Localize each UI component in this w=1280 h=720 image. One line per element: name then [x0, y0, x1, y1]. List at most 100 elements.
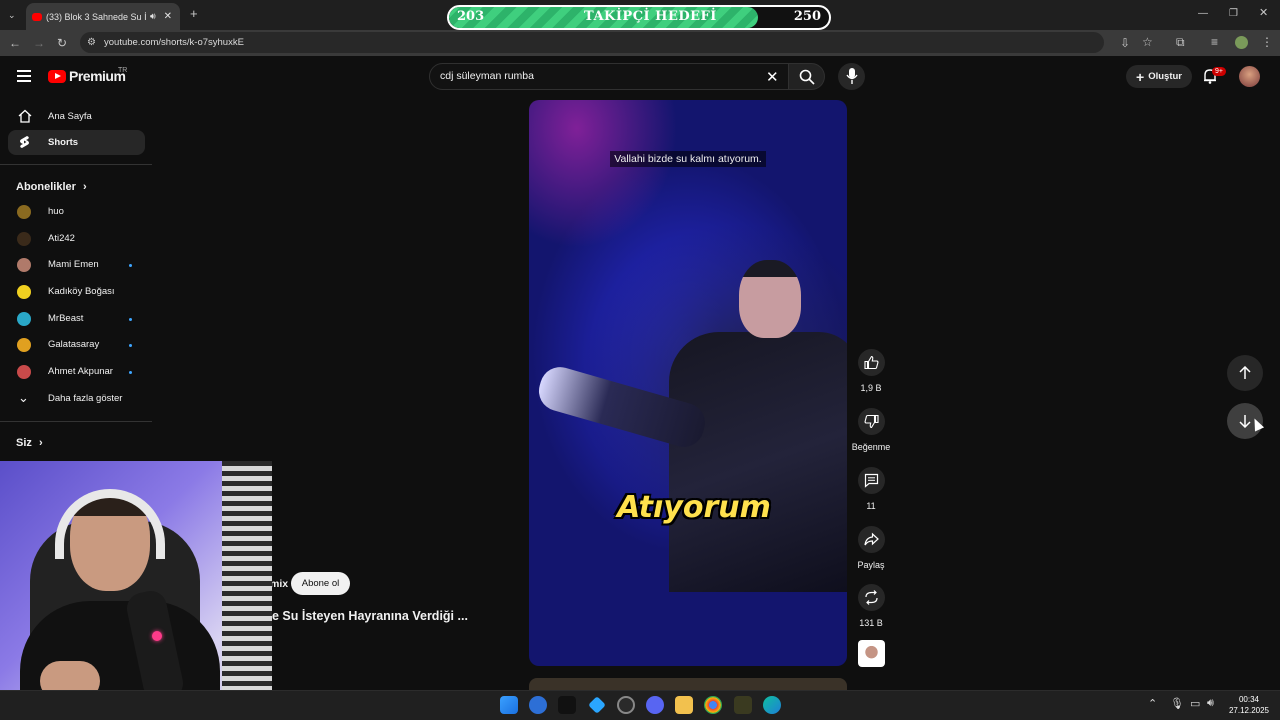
obs-icon[interactable] — [617, 696, 635, 714]
video-subtitle-text: Vallahi bizde su kalmı atıyorum. — [610, 151, 766, 167]
address-bar[interactable]: ⚙︎ youtube.com/shorts/k-o7syhuxkE — [80, 32, 1104, 53]
video-performer-head — [739, 260, 801, 338]
search-icon — [799, 69, 815, 85]
forward-icon[interactable]: → — [33, 37, 45, 49]
copilot-icon[interactable] — [529, 696, 547, 714]
youtube-logo-icon — [48, 69, 66, 83]
bookmark-star-icon[interactable]: ☆ — [1142, 36, 1153, 48]
chevron-right-icon: › — [38, 437, 43, 449]
home-icon — [18, 109, 32, 123]
speaker-icon[interactable]: 🔊︎ — [150, 11, 156, 22]
create-label: Oluştur — [1148, 71, 1182, 82]
sidebar-item-label: Ana Sayfa — [48, 111, 92, 122]
profile-icon[interactable] — [1235, 36, 1248, 49]
chrome-icon[interactable] — [704, 696, 722, 714]
account-avatar[interactable] — [1239, 66, 1260, 87]
search-input[interactable]: cdj süleyman rumba — [429, 63, 789, 90]
sidebar-item-home[interactable]: Ana Sayfa — [8, 104, 145, 129]
remix-icon — [865, 590, 878, 605]
search-button[interactable] — [789, 63, 825, 90]
sidebar-divider — [0, 164, 152, 165]
channel-avatar — [17, 312, 31, 326]
remix-button[interactable] — [858, 584, 885, 611]
chevron-right-icon: › — [82, 181, 87, 193]
channel-name: MrBeast — [48, 313, 84, 324]
notifications-badge: 9+ — [1212, 67, 1226, 76]
sidebar-item-ati242[interactable]: Ati242 — [8, 227, 145, 251]
streamer-webcam — [0, 461, 272, 720]
video-title-partial[interactable]: e Su İsteyen Hayranına Verdiği ... — [272, 609, 468, 623]
next-short-preview[interactable] — [529, 678, 847, 690]
webcam-headset — [55, 489, 165, 559]
show-more-button[interactable]: ⌄ Daha fazla göster — [8, 387, 145, 411]
channel-name: Kadıköy Boğası — [48, 286, 115, 297]
subscriptions-heading[interactable]: Abonelikler › — [16, 181, 87, 193]
media-control-icon[interactable]: ≡ — [1211, 36, 1218, 48]
sidebar-item-huo[interactable]: huo — [8, 200, 145, 224]
sidebar-item-kadikoy-bogasi[interactable]: Kadıköy Boğası — [8, 280, 145, 304]
sidebar-item-mami-emen[interactable]: Mami Emen — [8, 253, 145, 277]
comments-button[interactable] — [858, 467, 885, 494]
dislike-button[interactable] — [858, 408, 885, 435]
arrow-up-icon — [1239, 366, 1251, 379]
microphone-tray-icon[interactable]: 🎙︎ — [1170, 697, 1184, 710]
more-menu-icon[interactable]: ⋮ — [1261, 36, 1273, 48]
back-icon[interactable]: ← — [9, 37, 21, 49]
browser-tab[interactable]: (33) Blok 3 Sahnede Su İste 🔊︎ ✕ — [26, 3, 180, 30]
sidebar-item-galatasaray[interactable]: Galatasaray — [8, 333, 145, 357]
discord-icon[interactable] — [646, 696, 664, 714]
taskbar-clock[interactable]: 00:34 27.12.2025 — [1224, 694, 1274, 716]
follower-goal-target: 250 — [793, 9, 821, 24]
voice-search-button[interactable] — [838, 63, 865, 90]
subscribe-button[interactable]: Abone ol — [291, 572, 350, 595]
clock-date: 27.12.2025 — [1228, 706, 1270, 715]
site-info-icon[interactable]: ⚙︎ — [87, 37, 96, 49]
media-app-icon[interactable] — [558, 696, 576, 714]
channel-name-partial[interactable]: mix — [270, 578, 288, 590]
shorts-video-player[interactable] — [529, 100, 847, 666]
channel-name: Mami Emen — [48, 259, 99, 270]
network-icon[interactable]: ▭ — [1190, 697, 1200, 710]
windows-start-icon[interactable] — [500, 696, 518, 714]
tab-close-icon[interactable]: ✕ — [164, 11, 172, 22]
sidebar-item-shorts[interactable]: Shorts — [8, 130, 145, 155]
install-app-icon[interactable]: ⇩ — [1120, 37, 1130, 49]
channel-avatar — [17, 338, 31, 352]
channel-avatar — [17, 365, 31, 379]
show-more-label: Daha fazla göster — [48, 393, 123, 404]
previous-short-button[interactable] — [1227, 355, 1263, 391]
tray-overflow-icon[interactable]: ⌃ — [1148, 697, 1157, 710]
file-explorer-icon[interactable] — [675, 696, 693, 714]
microphone-icon — [846, 68, 858, 84]
volume-icon[interactable]: 🔊︎ — [1207, 697, 1214, 710]
new-tab-icon[interactable]: + — [190, 7, 198, 20]
you-heading[interactable]: Siz › — [16, 437, 43, 449]
edge-icon[interactable] — [763, 696, 781, 714]
sound-source-thumbnail[interactable] — [858, 640, 885, 667]
app-icon[interactable] — [734, 696, 752, 714]
clear-search-icon[interactable]: ✕ — [766, 68, 779, 86]
tab-search-icon[interactable]: ⌄ — [8, 9, 16, 21]
channel-avatar — [17, 285, 31, 299]
channel-avatar — [17, 258, 31, 272]
close-window-icon[interactable]: ✕ — [1259, 7, 1268, 19]
plus-icon: + — [1136, 68, 1145, 85]
new-content-dot — [129, 264, 132, 267]
reload-icon[interactable]: ↻ — [57, 37, 67, 49]
shorts-icon — [20, 136, 29, 148]
comment-count: 11 — [866, 501, 876, 511]
channel-avatar — [17, 232, 31, 246]
channel-avatar — [17, 205, 31, 219]
share-button[interactable] — [858, 526, 885, 553]
hamburger-menu-icon[interactable] — [17, 70, 31, 82]
like-count: 1,9 B — [860, 383, 882, 393]
country-code: TR — [118, 67, 128, 74]
restore-icon[interactable]: ❐ — [1229, 8, 1238, 20]
sidebar-item-ahmet-akpunar[interactable]: Ahmet Akpunar — [8, 360, 145, 384]
extensions-icon[interactable]: ⧉ — [1176, 36, 1185, 48]
create-button[interactable]: + Oluştur — [1126, 65, 1192, 88]
minimize-icon[interactable]: — — [1198, 8, 1208, 20]
sidebar-item-mrbeast[interactable]: MrBeast — [8, 307, 145, 331]
like-button[interactable] — [858, 349, 885, 376]
youtube-premium-logo[interactable]: Premium — [48, 68, 126, 84]
